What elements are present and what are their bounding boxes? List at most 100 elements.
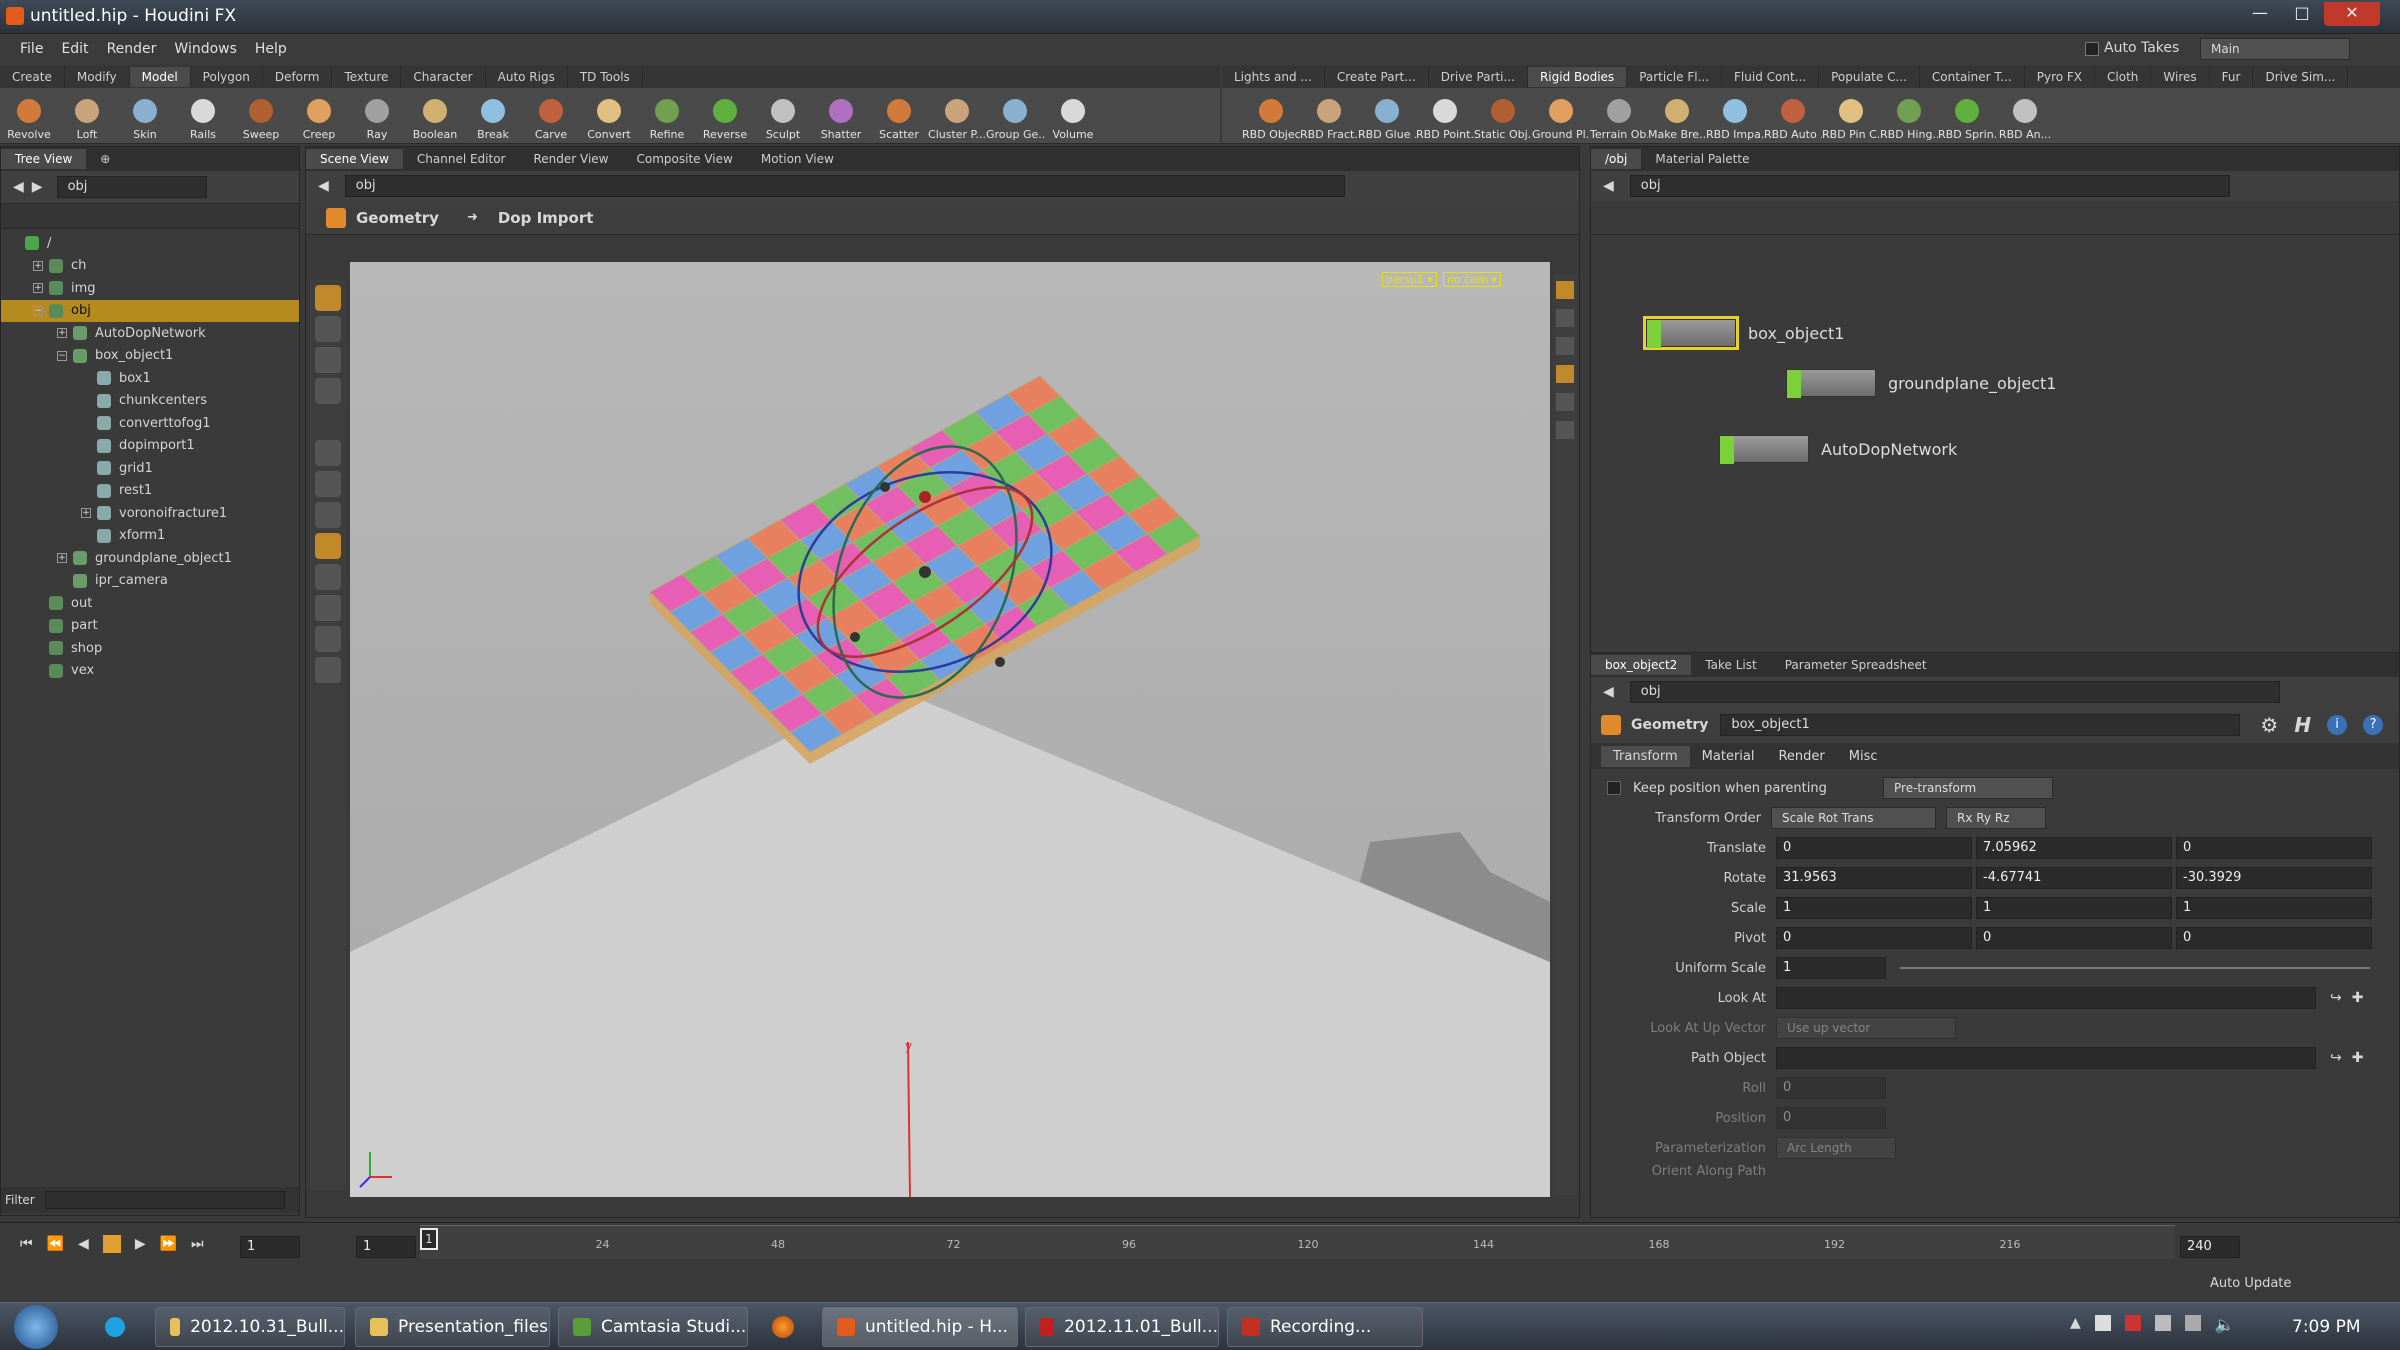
shelf-tool-rbd-an[interactable]: RBD An...: [1996, 88, 2054, 144]
menu-render[interactable]: Render: [107, 41, 157, 57]
current-frame-field[interactable]: 1: [240, 1236, 300, 1258]
shelf-tool-rbd-fract[interactable]: RBD Fract...: [1300, 88, 1358, 144]
tree-item[interactable]: chunkcenters: [1, 390, 299, 413]
context-arrow-icon[interactable]: ➜: [467, 210, 478, 225]
subtab-render[interactable]: Render: [1766, 746, 1836, 767]
shelf-tool-rbd-hing[interactable]: RBD Hing...: [1880, 88, 1938, 144]
left-tab[interactable]: Create: [0, 67, 65, 87]
tree-item[interactable]: ipr_camera: [1, 570, 299, 593]
shelf-tool-refine[interactable]: Refine: [638, 88, 696, 144]
expand-toggle-icon[interactable]: +: [57, 328, 67, 339]
ghost-icon[interactable]: [1556, 393, 1574, 411]
houdini-help-icon[interactable]: H: [2294, 713, 2311, 737]
right-tab[interactable]: Particle Fl...: [1627, 67, 1723, 87]
magnet-icon[interactable]: [315, 564, 341, 590]
camera-icon[interactable]: [1556, 365, 1574, 383]
sphere-icon[interactable]: [1556, 421, 1574, 439]
jump-end-icon[interactable]: ⏭: [191, 1236, 204, 1252]
subtab-material[interactable]: Material: [1690, 746, 1767, 767]
tab-scene-view[interactable]: Scene View: [306, 149, 403, 169]
translate-x[interactable]: 0: [1776, 837, 1972, 859]
expand-toggle-icon[interactable]: −: [57, 350, 67, 361]
subtab-transform[interactable]: Transform: [1601, 745, 1690, 767]
uniform-scale-slider[interactable]: [1900, 967, 2370, 969]
tree-item[interactable]: + img: [1, 277, 299, 300]
jump-start-icon[interactable]: ⏮: [20, 1236, 33, 1252]
menu-help[interactable]: Help: [255, 41, 287, 57]
tree-item[interactable]: − box_object1: [1, 345, 299, 368]
node-box-object1[interactable]: box_object1: [1643, 316, 1844, 350]
shelf-tool-break[interactable]: Break: [464, 88, 522, 144]
transform-order-menu[interactable]: Scale Rot Trans: [1771, 807, 1936, 829]
right-tab[interactable]: Fluid Cont...: [1722, 67, 1820, 87]
step-back-icon[interactable]: ⏪: [47, 1236, 64, 1252]
right-tab[interactable]: Pyro FX: [2025, 67, 2096, 87]
display-options-icon[interactable]: [1556, 281, 1574, 299]
tab-tree-view[interactable]: Tree View: [1, 149, 87, 169]
left-tab[interactable]: Deform: [263, 67, 333, 87]
handle-tool-icon[interactable]: [315, 533, 341, 559]
back-icon[interactable]: ◀: [1603, 684, 1614, 700]
right-tab[interactable]: Lights and ...: [1222, 67, 1325, 87]
keep-position-checkbox[interactable]: [1607, 781, 1621, 795]
play-icon[interactable]: ▶: [135, 1236, 146, 1252]
tree-item[interactable]: + groundplane_object1: [1, 547, 299, 570]
shelf-tool-shatter[interactable]: Shatter: [812, 88, 870, 144]
scale-tool-icon[interactable]: [315, 502, 341, 528]
shelf-tool-sweep[interactable]: Sweep: [232, 88, 290, 144]
tree-item[interactable]: rest1: [1, 480, 299, 503]
right-tab[interactable]: Rigid Bodies: [1527, 67, 1628, 87]
expand-toggle-icon[interactable]: +: [33, 283, 43, 294]
rotate-x[interactable]: 31.9563: [1776, 867, 1972, 889]
tab-parameter-spreadsheet[interactable]: Parameter Spreadsheet: [1771, 655, 1941, 675]
shelf-tool-rbd-object[interactable]: RBD Object: [1242, 88, 1300, 144]
tree-item[interactable]: vex: [1, 660, 299, 683]
tray-battery-icon[interactable]: [2184, 1315, 2201, 1331]
shelf-tool-sculpt[interactable]: Sculpt: [754, 88, 812, 144]
tree-item[interactable]: converttofog1: [1, 412, 299, 435]
choose-path-icon[interactable]: ✚: [2352, 1050, 2364, 1066]
step-forward-icon[interactable]: ⏩: [160, 1236, 177, 1252]
left-tab[interactable]: TD Tools: [568, 67, 643, 87]
taskbar-item-houdini[interactable]: untitled.hip - H...: [822, 1307, 1018, 1347]
auto-takes-checkbox[interactable]: [2085, 42, 2099, 56]
auto-update-menu[interactable]: Auto Update: [2210, 1276, 2291, 1291]
play-reverse-icon[interactable]: ◀: [78, 1236, 89, 1252]
shelf-tool-rbd-auto[interactable]: RBD Auto ...: [1764, 88, 1822, 144]
menu-edit[interactable]: Edit: [61, 41, 88, 57]
position-field[interactable]: 0: [1776, 1107, 1886, 1129]
tab-channel-editor[interactable]: Channel Editor: [403, 149, 520, 169]
snap-icon[interactable]: [315, 595, 341, 621]
tab-material-palette[interactable]: Material Palette: [1641, 149, 1763, 169]
choose-node-icon[interactable]: ✚: [2352, 990, 2364, 1006]
shelf-tool-creep[interactable]: Creep: [290, 88, 348, 144]
param-path-field[interactable]: obj: [1629, 681, 2280, 703]
menu-windows[interactable]: Windows: [174, 41, 237, 57]
tree-path-field[interactable]: obj: [56, 176, 207, 198]
right-tab[interactable]: Drive Parti...: [1429, 67, 1528, 87]
rotate-z[interactable]: -30.3929: [2176, 867, 2372, 889]
lasso-icon[interactable]: [315, 626, 341, 652]
pick-path-icon[interactable]: ↪: [2330, 1050, 2342, 1066]
back-icon[interactable]: ◀: [13, 179, 24, 195]
shelf-tool-rails[interactable]: Rails: [174, 88, 232, 144]
end-frame-field[interactable]: 240: [2180, 1236, 2240, 1258]
scale-y[interactable]: 1: [1976, 897, 2172, 919]
timeline-track[interactable]: 1 24 48 72 96 120 144 168 192 216: [420, 1225, 2175, 1259]
gear-icon[interactable]: ⚙: [2260, 713, 2278, 737]
brush-icon[interactable]: [315, 657, 341, 683]
tree-item[interactable]: out: [1, 592, 299, 615]
camera-menu[interactable]: persp1 ▾: [1382, 272, 1438, 287]
shelf-tool-skin[interactable]: Skin: [116, 88, 174, 144]
start-frame-field[interactable]: 1: [356, 1236, 416, 1258]
help-icon[interactable]: ?: [2363, 715, 2384, 735]
shelf-tool-convert[interactable]: Convert: [580, 88, 638, 144]
left-tab[interactable]: Character: [401, 67, 486, 87]
select-tool-icon[interactable]: [315, 285, 341, 311]
shelf-tool-rbd-impa[interactable]: RBD Impa...: [1706, 88, 1764, 144]
translate-y[interactable]: 7.05962: [1976, 837, 2172, 859]
rotate-y[interactable]: -4.67741: [1976, 867, 2172, 889]
shelf-tool-terrain-ob[interactable]: Terrain Ob...: [1590, 88, 1648, 144]
add-tab-icon[interactable]: ⊕: [86, 149, 124, 169]
taskbar-item-pdf[interactable]: 2012.11.01_Bull...: [1025, 1307, 1219, 1347]
